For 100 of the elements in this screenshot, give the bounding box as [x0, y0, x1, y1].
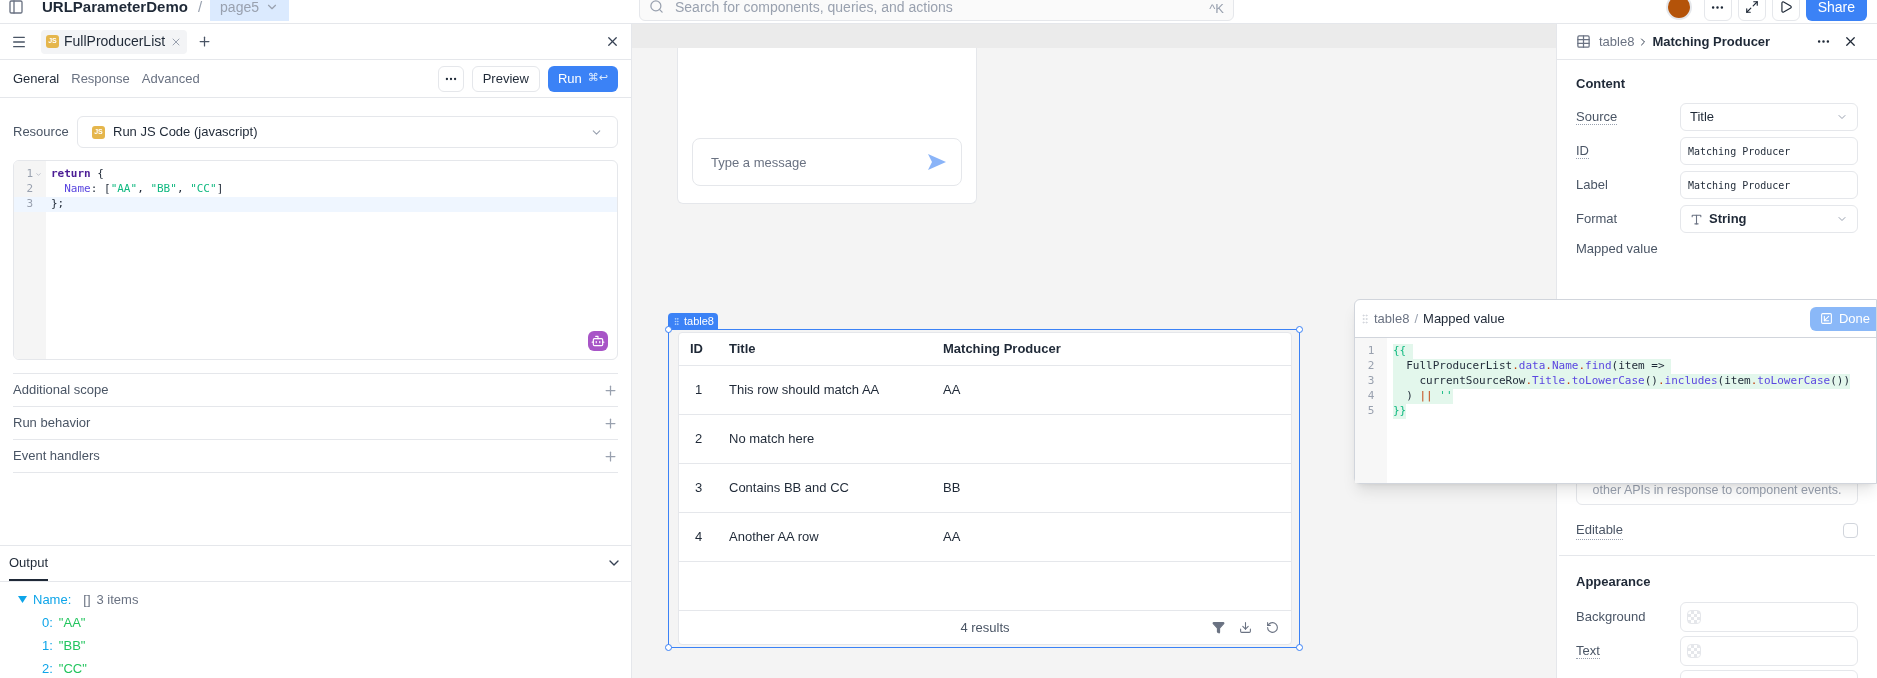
table-cell-text: This row should match AA	[729, 381, 881, 400]
plus-icon	[603, 382, 618, 398]
table-cell-text: 4	[694, 528, 704, 547]
breadcrumb-link[interactable]: table8	[1599, 31, 1635, 52]
field-label: ID	[1576, 143, 1589, 160]
color-input[interactable]	[1680, 636, 1858, 666]
column-header[interactable]: ID	[690, 339, 729, 359]
breadcrumb-link[interactable]: table8	[1374, 308, 1410, 329]
transparent-swatch-icon	[1687, 644, 1701, 658]
triangle-icon[interactable]	[18, 595, 27, 604]
line-number: 1	[26, 166, 33, 183]
inspector-title: Matching Producer	[1652, 32, 1771, 51]
expand-button[interactable]	[1737, 0, 1766, 21]
resize-handle[interactable]	[665, 644, 672, 651]
tree-key: 2:	[42, 658, 53, 678]
output-tab[interactable]: Output	[9, 546, 49, 581]
text-input[interactable]: Matching Producer	[1680, 137, 1858, 165]
tree-value: "AA"	[58, 613, 86, 632]
robot-icon	[591, 334, 605, 348]
section-tab[interactable]: Advanced	[141, 68, 200, 89]
shortcut-hint: ^K	[1209, 0, 1224, 18]
run-button[interactable]: Run ⌘↩	[547, 65, 618, 92]
accordion-row[interactable]: Event handlers	[13, 440, 618, 473]
code-line: Name: ["AA", "BB", "CC"]	[63, 181, 224, 198]
field-label: Source	[1576, 109, 1618, 126]
close-icon[interactable]	[605, 34, 620, 49]
checkbox[interactable]	[1843, 522, 1858, 538]
select-field[interactable]: Title	[1680, 103, 1858, 131]
table-cell-text: Another AA row	[729, 528, 820, 547]
ai-assistant-button[interactable]	[588, 331, 608, 351]
section-tab[interactable]: Response	[71, 68, 130, 89]
select-field[interactable]: String	[1680, 205, 1858, 233]
section-tab[interactable]: General	[13, 68, 60, 89]
results-count: 4 results	[960, 618, 1010, 637]
more-button[interactable]	[1703, 0, 1732, 21]
field-label: Editable	[1576, 519, 1623, 541]
line-number: 1	[1366, 344, 1376, 359]
plus-icon	[603, 415, 618, 431]
type-label: []	[83, 590, 91, 609]
table-icon	[1576, 34, 1591, 49]
play-icon	[1778, 0, 1793, 14]
code-editor[interactable]: 1 return { 2 Name: ["AA", "BB", "CC"] 3 };	[13, 160, 618, 360]
table-cell-text: BB	[943, 479, 962, 498]
resize-handle[interactable]	[1296, 644, 1303, 651]
line-number: 2	[26, 181, 33, 198]
field-label: Mapped value	[1576, 240, 1659, 259]
close-icon[interactable]	[1843, 34, 1858, 49]
share-button[interactable]: Share	[1805, 0, 1867, 21]
transparent-swatch-icon	[1687, 610, 1701, 624]
send-icon[interactable]	[928, 154, 946, 170]
section-heading: Appearance	[1576, 573, 1652, 592]
resize-handle[interactable]	[1296, 326, 1303, 333]
line-number: 2	[1366, 359, 1376, 374]
download-icon[interactable]	[1239, 621, 1252, 634]
table-cell-text: AA	[943, 528, 962, 547]
accordion-row[interactable]: Additional scope	[13, 374, 618, 407]
add-tab-icon[interactable]	[197, 34, 213, 49]
tree-value: "CC"	[58, 659, 87, 678]
drag-handle-icon[interactable]	[1359, 312, 1371, 325]
column-header[interactable]: Matching Producer	[943, 339, 1291, 359]
preview-button[interactable]: Preview	[471, 65, 540, 92]
item-count: 3 items	[96, 590, 139, 609]
table-cell-text: 3	[694, 479, 704, 498]
code-line: };	[50, 196, 65, 213]
refresh-icon[interactable]	[1266, 621, 1279, 634]
user-avatar[interactable]	[1665, 0, 1692, 20]
search-icon	[649, 0, 664, 14]
play-button[interactable]	[1771, 0, 1800, 21]
line-number: 4	[1366, 389, 1376, 404]
table-cell-text: No match here	[729, 430, 816, 449]
table-cell-text: 1	[694, 381, 704, 400]
table-cell-text: Contains BB and CC	[729, 479, 850, 498]
tree-key: Name:	[33, 589, 72, 610]
component-tag[interactable]: table8	[668, 313, 718, 329]
text-type-icon	[1690, 212, 1703, 226]
field-label: Format	[1576, 211, 1618, 227]
filter-icon[interactable]	[1212, 621, 1225, 634]
app-name[interactable]: URLParameterDemo	[42, 0, 188, 19]
line-number: 5	[1366, 404, 1376, 419]
app-grid-icon[interactable]	[8, 0, 24, 15]
path-separator: /	[1414, 309, 1419, 328]
field-label: Text	[1576, 643, 1600, 660]
code-line: return {	[50, 166, 104, 183]
table-cell-text: 2	[694, 430, 704, 449]
column-header[interactable]: Title	[729, 339, 943, 359]
path-separator: /	[197, 0, 203, 17]
color-input[interactable]	[1680, 602, 1858, 632]
code-editor[interactable]: 1 2 3 4 5 {{ FullProducerList.data.Name.find(item => currentSourceRow.Title.toLowerCase().includes(item.toLowerCase()) ) || '' }}	[1355, 338, 1876, 483]
field-label: Label	[1576, 177, 1608, 193]
message-input[interactable]: Type a message	[692, 138, 962, 186]
field-label: Background	[1576, 609, 1646, 625]
resize-handle[interactable]	[665, 326, 672, 333]
field-label: Resource	[13, 123, 70, 142]
popup-title: Mapped value	[1423, 309, 1505, 328]
plus-icon	[603, 448, 618, 464]
tree-key: 0:	[42, 612, 53, 633]
text-input[interactable]: Matching Producer	[1680, 171, 1858, 199]
grip-icon[interactable]	[672, 316, 681, 326]
accordion-row[interactable]: Run behavior	[13, 407, 618, 440]
section-heading: Content	[1576, 75, 1627, 94]
